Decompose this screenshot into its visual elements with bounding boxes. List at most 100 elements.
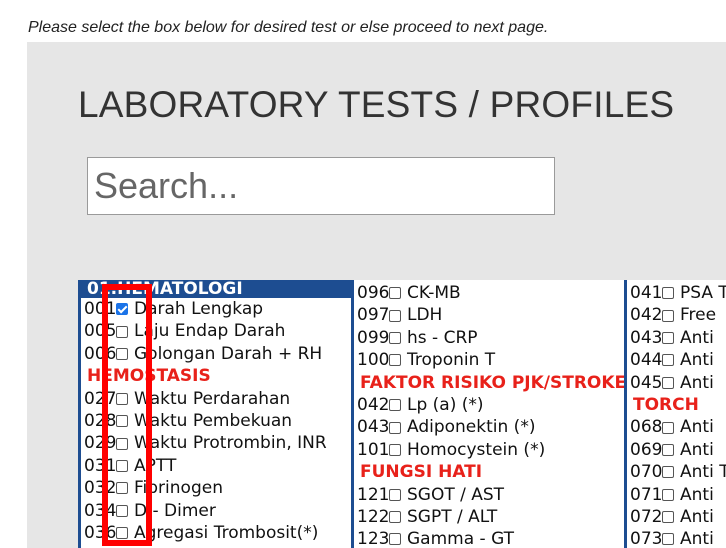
test-code: 072 (630, 506, 663, 527)
test-row[interactable]: 043 Anti (627, 327, 726, 349)
test-row[interactable]: 071 Anti (627, 484, 726, 506)
test-checkbox[interactable] (116, 437, 128, 450)
test-row[interactable]: 029 Waktu Protrombin, INR (81, 432, 351, 454)
section-header: 01.HEMATOLOGI (81, 280, 351, 298)
test-checkbox[interactable] (389, 399, 401, 412)
test-checkbox[interactable] (116, 325, 128, 338)
test-code: 071 (630, 484, 663, 505)
test-row[interactable]: 042 Free (627, 304, 726, 326)
test-checkbox[interactable] (116, 504, 128, 517)
test-code: 121 (357, 484, 390, 505)
test-checkbox[interactable] (116, 347, 128, 360)
test-row[interactable]: 097 LDH (354, 304, 624, 326)
search-input[interactable] (87, 157, 555, 215)
test-label: Anti (680, 327, 714, 348)
test-label: Anti (680, 484, 714, 505)
test-code: 034 (84, 500, 117, 521)
test-code: 096 (357, 283, 390, 303)
test-checkbox[interactable] (662, 376, 674, 389)
test-row[interactable]: 032 Fibrinogen (81, 477, 351, 499)
test-label: Homocystein (*) (407, 439, 546, 460)
test-row[interactable]: 036 Agregasi Trombosit(*) (81, 522, 351, 544)
test-code: 101 (357, 439, 390, 460)
test-code: 042 (630, 305, 663, 326)
test-checkbox[interactable] (662, 443, 674, 456)
test-code: 073 (630, 529, 663, 548)
test-checkbox[interactable] (116, 459, 128, 472)
category-heading: TORCH (633, 394, 699, 415)
test-row[interactable]: 123 Gamma - GT (354, 528, 624, 548)
test-label: Anti (680, 372, 714, 393)
test-checkbox[interactable] (662, 533, 674, 546)
test-checkbox-checked[interactable] (116, 303, 128, 316)
test-checkbox[interactable] (662, 488, 674, 501)
test-row[interactable]: 073 Anti (627, 528, 726, 548)
test-code: 027 (84, 388, 117, 409)
test-checkbox[interactable] (116, 527, 128, 540)
test-code: 123 (357, 529, 390, 548)
test-row[interactable]: 096 CK-MB (354, 282, 624, 304)
test-checkbox[interactable] (389, 488, 401, 501)
test-checkbox[interactable] (389, 331, 401, 344)
test-checkbox[interactable] (662, 511, 674, 524)
test-label: SGOT / AST (407, 484, 505, 505)
test-checkbox[interactable] (389, 354, 401, 367)
test-label: Anti (680, 529, 714, 548)
test-row[interactable]: 100 Troponin T (354, 349, 624, 371)
test-checkbox[interactable] (389, 511, 401, 524)
test-row[interactable]: 028 Waktu Pembekuan (81, 410, 351, 432)
test-row[interactable]: 072 Anti (627, 506, 726, 528)
test-row[interactable]: 027 Waktu Perdarahan (81, 388, 351, 410)
test-code: 044 (630, 350, 663, 371)
test-label: Darah Lengkap (134, 299, 264, 319)
test-code: 068 (630, 417, 663, 438)
test-row[interactable]: 099 hs - CRP (354, 327, 624, 349)
test-checkbox[interactable] (116, 415, 128, 428)
test-row[interactable]: 006 Golongan Darah + RH (81, 343, 351, 365)
test-table: 01.HEMATOLOGI 001 Darah Lengkap 005 Laju End… (78, 280, 726, 548)
test-row[interactable]: 070 Anti To (627, 461, 726, 483)
test-row[interactable]: 121 SGOT / AST (354, 484, 624, 506)
test-row[interactable]: 101 Homocystein (*) (354, 439, 624, 461)
test-label: Waktu Perdarahan (134, 388, 291, 409)
test-row[interactable]: 044 Anti (627, 349, 726, 371)
test-checkbox[interactable] (662, 354, 674, 367)
test-checkbox[interactable] (662, 421, 674, 434)
test-checkbox[interactable] (389, 309, 401, 322)
instruction-text: Please select the box below for desired … (28, 19, 549, 36)
test-code: 042 (357, 394, 390, 415)
test-checkbox[interactable] (389, 443, 401, 456)
test-checkbox[interactable] (116, 482, 128, 495)
test-row[interactable]: 005 Laju Endap Darah (81, 320, 351, 342)
test-checkbox[interactable] (389, 421, 401, 434)
test-checkbox[interactable] (389, 287, 401, 300)
test-label: CK-MB (407, 283, 461, 303)
test-label: Anti (680, 350, 714, 371)
test-checkbox[interactable] (389, 533, 401, 546)
test-label: Gamma - GT (407, 529, 515, 548)
test-checkbox[interactable] (662, 309, 674, 322)
category-heading: FUNGSI HATI (360, 462, 483, 483)
test-row[interactable]: 069 Anti (627, 439, 726, 461)
test-code: 097 (357, 305, 390, 326)
test-checkbox[interactable] (116, 392, 128, 405)
test-row[interactable]: 041 PSA T (627, 282, 726, 304)
test-label: hs - CRP (407, 327, 478, 348)
test-checkbox[interactable] (662, 331, 674, 344)
test-row[interactable]: 001 Darah Lengkap (81, 298, 351, 320)
test-row[interactable]: 042 Lp (a) (*) (354, 394, 624, 416)
test-row[interactable]: 045 Anti (627, 372, 726, 394)
test-label: Golongan Darah + RH (134, 343, 323, 364)
test-code: 122 (357, 506, 390, 527)
test-code: 031 (84, 455, 117, 476)
test-checkbox[interactable] (662, 287, 674, 300)
test-row[interactable]: 068 Anti (627, 416, 726, 438)
test-checkbox[interactable] (662, 466, 674, 479)
test-row[interactable]: 122 SGPT / ALT (354, 506, 624, 528)
test-label: Troponin T (407, 350, 496, 371)
test-column-2: 096 CK-MB 097 LDH 099 hs - CRP 100 Troponin T FA… (351, 280, 624, 548)
test-label: PSA T (680, 283, 726, 303)
test-row[interactable]: 031 APTT (81, 455, 351, 477)
test-row[interactable]: 034 D - Dimer (81, 500, 351, 522)
test-row[interactable]: 043 Adiponektin (*) (354, 416, 624, 438)
